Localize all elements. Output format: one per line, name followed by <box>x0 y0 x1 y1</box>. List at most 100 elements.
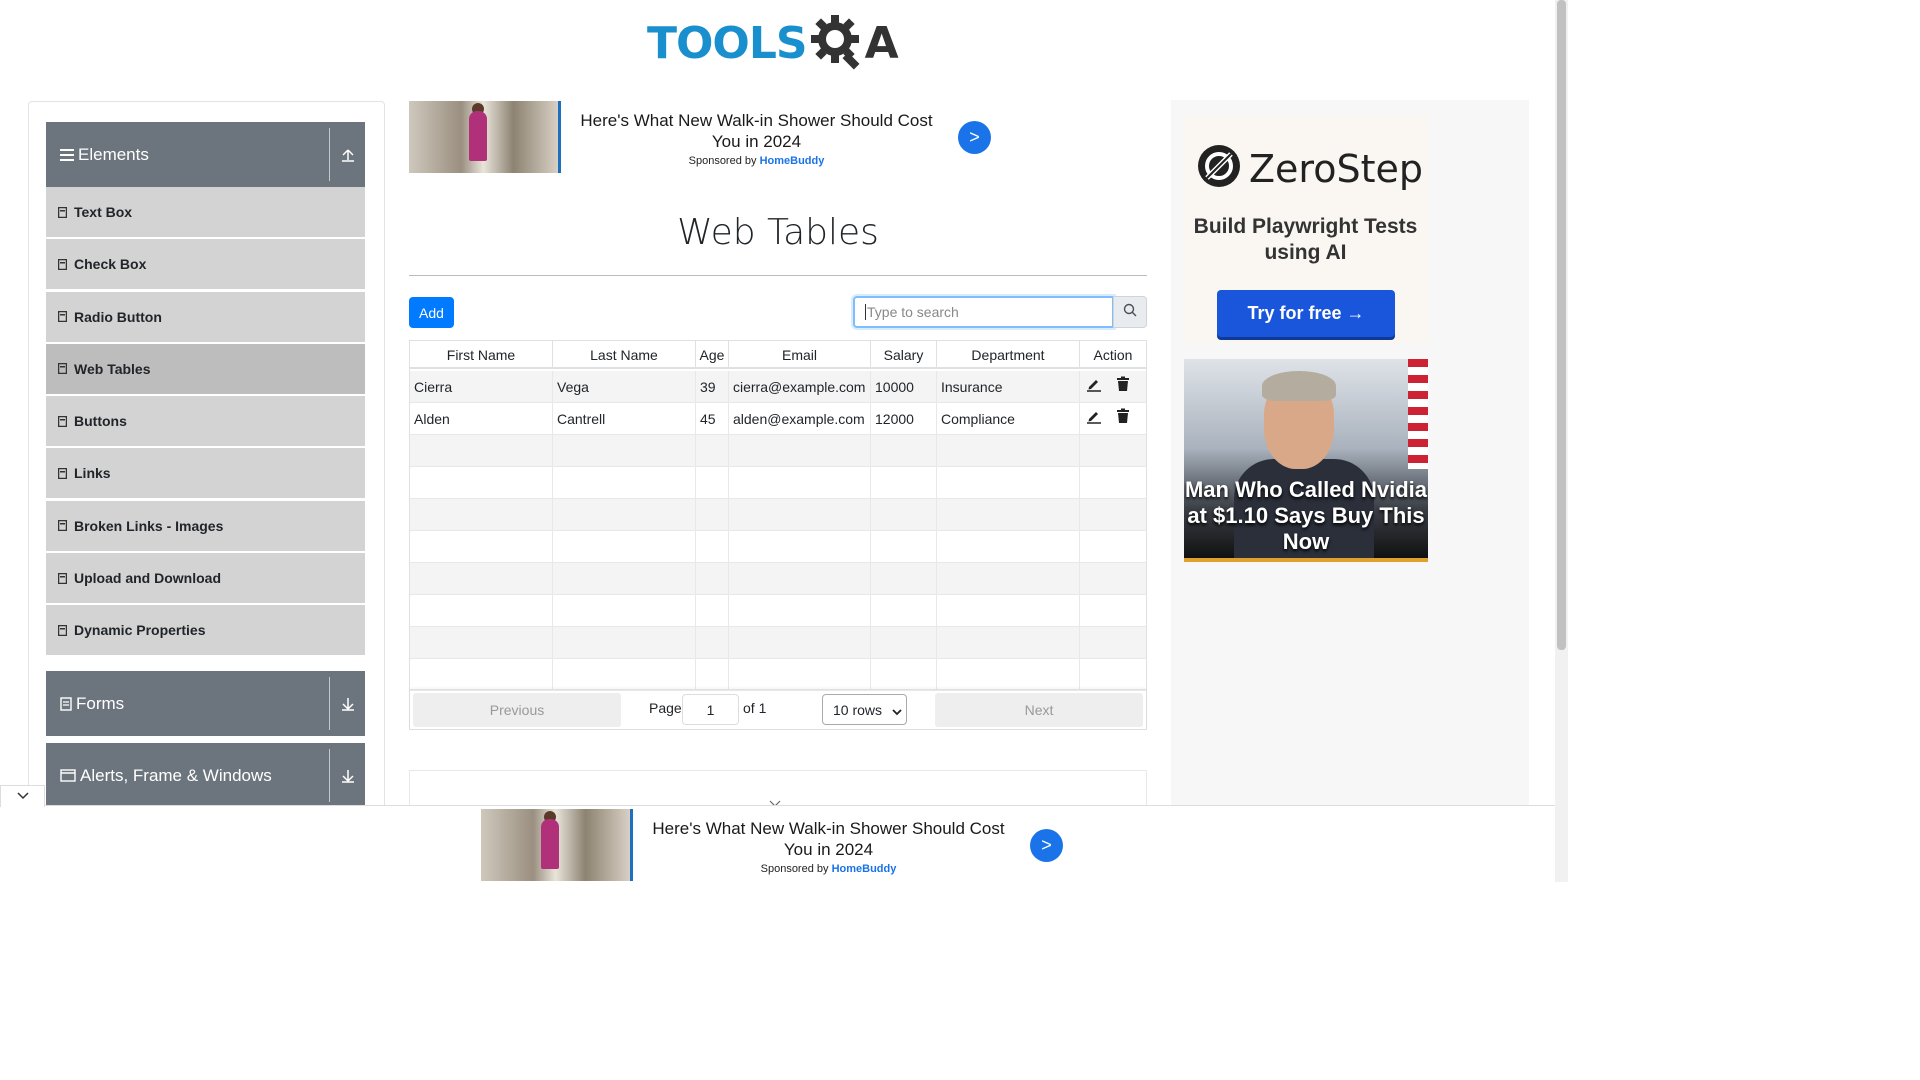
column-header[interactable]: First Name <box>410 341 553 369</box>
nvidia-promo-ad[interactable]: Man Who Called Nvidia at $1.10 Says Buy … <box>1184 359 1428 562</box>
gear-magnifier-icon <box>809 11 865 76</box>
cell-department: Compliance <box>937 403 1080 435</box>
divider <box>329 677 330 730</box>
menu-item-radio-button[interactable]: Radio Button <box>46 291 365 342</box>
menu-item-label: Broken Links - Images <box>74 517 224 534</box>
try-for-free-button[interactable]: Try for free → <box>1217 290 1395 337</box>
list-bullet-icon <box>58 520 68 532</box>
zerostep-subtitle: Build Playwright Tests using AI <box>1193 215 1418 264</box>
chevron-down-icon <box>892 704 902 720</box>
menu-item-check-box[interactable]: Check Box <box>46 239 365 290</box>
collapse-ad-button[interactable] <box>0 785 45 807</box>
ad-image[interactable] <box>481 809 633 881</box>
ad-image[interactable] <box>409 101 561 173</box>
ad-go-button[interactable]: > <box>958 121 991 154</box>
hamburger-icon <box>60 148 74 161</box>
cell-action <box>1080 403 1146 435</box>
bottom-sticky-ad: Here's What New Walk-in Shower Should Co… <box>0 805 1555 882</box>
column-header[interactable]: Salary <box>871 341 937 369</box>
table-row: Cierra Vega 39 cierra@example.com 10000 … <box>410 371 1146 403</box>
web-table: First Name Last Name Age Email Salary De… <box>409 340 1147 730</box>
search-placeholder: Type to search <box>867 304 959 320</box>
chevron-down-icon <box>16 788 30 806</box>
collapse-up-icon[interactable] <box>337 144 359 166</box>
logo-text-a: A <box>864 17 899 69</box>
page-label: Page <box>649 700 682 716</box>
logo-text-tools: TOOLS <box>647 17 808 69</box>
menu-item-links[interactable]: Links <box>46 448 365 499</box>
column-header[interactable]: Last Name <box>553 341 696 369</box>
menu-item-upload-download[interactable]: Upload and Download <box>46 553 365 604</box>
ad-headline[interactable]: Here's What New Walk-in Shower Should Co… <box>651 818 1006 860</box>
group-title: Elements <box>78 144 149 164</box>
cell-first-name: Cierra <box>410 371 553 403</box>
search-input[interactable]: Type to search <box>853 296 1114 328</box>
menu-item-web-tables[interactable]: Web Tables <box>46 343 365 394</box>
list-bullet-icon <box>58 311 68 323</box>
toolsqa-logo[interactable]: TOOLS A <box>647 12 912 74</box>
page-title: Web Tables <box>677 212 879 253</box>
menu-item-label: Upload and Download <box>74 570 221 587</box>
edit-pencil-icon[interactable] <box>1086 371 1102 403</box>
previous-button[interactable]: Previous <box>413 693 621 727</box>
add-button[interactable]: Add <box>409 297 454 328</box>
empty-row <box>410 563 1146 595</box>
ad-sponsored: Sponsored by HomeBuddy <box>651 863 1006 875</box>
ad-sponsor[interactable]: HomeBuddy <box>760 155 825 167</box>
ad-go-button[interactable]: > <box>1030 829 1063 862</box>
menu-item-text-box[interactable]: Text Box <box>46 187 365 237</box>
menu-item-dynamic-properties[interactable]: Dynamic Properties <box>46 605 365 656</box>
menu-item-label: Links <box>74 465 111 482</box>
expand-down-icon[interactable] <box>337 693 359 715</box>
column-header[interactable]: Department <box>937 341 1080 369</box>
column-header: Action <box>1093 347 1133 363</box>
group-title: Alerts, Frame & Windows <box>80 765 272 785</box>
title-divider <box>409 275 1147 276</box>
group-header-forms[interactable]: Forms <box>46 671 365 736</box>
list-bullet-icon <box>58 363 68 375</box>
group-header-alerts[interactable]: Alerts, Frame & Windows <box>46 743 365 808</box>
page-scrollbar[interactable] <box>1555 0 1568 882</box>
empty-row <box>410 659 1146 691</box>
menu-item-label: Buttons <box>74 413 127 430</box>
cell-department: Insurance <box>937 371 1080 403</box>
menu-item-broken-links[interactable]: Broken Links - Images <box>46 500 365 551</box>
empty-row <box>410 435 1146 467</box>
cell-age: 39 <box>696 371 729 403</box>
menu-item-label: Check Box <box>74 256 147 273</box>
list-bullet-icon <box>58 206 68 218</box>
menu-item-buttons[interactable]: Buttons <box>46 396 365 447</box>
list-bullet-icon <box>58 415 68 427</box>
delete-trash-icon[interactable] <box>1116 403 1130 435</box>
menu-item-label: Web Tables <box>74 360 151 377</box>
delete-trash-icon[interactable] <box>1116 371 1130 403</box>
zerostep-ad[interactable]: ZeroStep Build Playwright Tests using AI… <box>1183 114 1428 344</box>
list-bullet-icon <box>58 258 68 270</box>
ad-sponsored-prefix: Sponsored by <box>688 155 757 167</box>
group-header-elements[interactable]: Elements <box>46 122 365 187</box>
ad-headline[interactable]: Here's What New Walk-in Shower Should Co… <box>579 110 934 152</box>
scrollbar-thumb[interactable] <box>1557 0 1566 650</box>
empty-row <box>410 499 1146 531</box>
menu-item-label: Dynamic Properties <box>74 622 206 639</box>
flag-graphic <box>1408 359 1428 469</box>
bottom-ad-banner[interactable]: Here's What New Walk-in Shower Should Co… <box>481 809 1063 881</box>
ad-sponsor[interactable]: HomeBuddy <box>832 863 897 875</box>
page-total-label: of 1 <box>743 700 767 716</box>
edit-pencil-icon[interactable] <box>1086 403 1102 435</box>
column-header[interactable]: Email <box>729 341 871 369</box>
column-header[interactable]: Age <box>696 341 729 369</box>
promo-headline[interactable]: Man Who Called Nvidia at $1.10 Says Buy … <box>1184 477 1428 555</box>
cell-age: 45 <box>696 403 729 435</box>
rows-per-page-select[interactable]: 10 rows <box>822 694 907 725</box>
search-button[interactable] <box>1113 296 1147 328</box>
ad-sponsored-prefix: Sponsored by <box>760 863 829 875</box>
cell-first-name: Alden <box>410 403 553 435</box>
top-ad-banner[interactable]: Here's What New Walk-in Shower Should Co… <box>409 101 991 173</box>
next-button[interactable]: Next <box>935 693 1143 727</box>
cell-last-name: Vega <box>553 371 696 403</box>
page-number-input[interactable]: 1 <box>682 694 739 725</box>
expand-down-icon[interactable] <box>337 765 359 787</box>
table-body: Cierra Vega 39 cierra@example.com 10000 … <box>410 371 1146 691</box>
cell-email: cierra@example.com <box>729 371 871 403</box>
